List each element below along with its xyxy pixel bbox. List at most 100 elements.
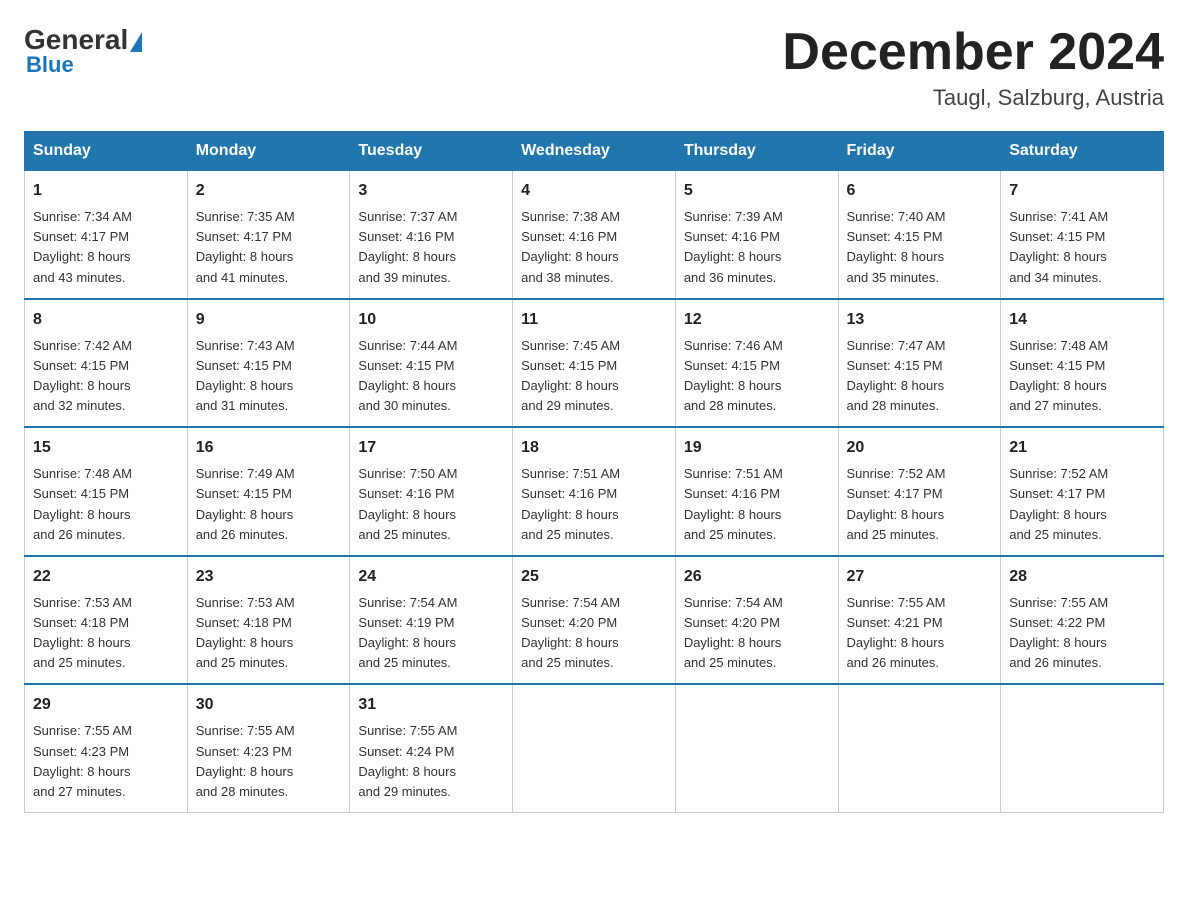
calendar-cell	[1001, 684, 1164, 812]
day-info: Sunrise: 7:48 AMSunset: 4:15 PMDaylight:…	[33, 466, 132, 541]
day-info: Sunrise: 7:54 AMSunset: 4:20 PMDaylight:…	[684, 595, 783, 670]
day-number: 8	[33, 308, 179, 332]
calendar-table: Sunday Monday Tuesday Wednesday Thursday…	[24, 131, 1164, 813]
header-friday: Friday	[838, 132, 1001, 171]
logo-triangle-icon	[130, 32, 142, 52]
day-info: Sunrise: 7:55 AMSunset: 4:24 PMDaylight:…	[358, 723, 457, 798]
day-info: Sunrise: 7:50 AMSunset: 4:16 PMDaylight:…	[358, 466, 457, 541]
day-number: 28	[1009, 565, 1155, 589]
month-title: December 2024	[782, 24, 1164, 81]
calendar-cell: 19 Sunrise: 7:51 AMSunset: 4:16 PMDaylig…	[675, 427, 838, 556]
calendar-cell: 15 Sunrise: 7:48 AMSunset: 4:15 PMDaylig…	[25, 427, 188, 556]
day-number: 12	[684, 308, 830, 332]
day-number: 16	[196, 436, 342, 460]
day-number: 2	[196, 179, 342, 203]
day-info: Sunrise: 7:54 AMSunset: 4:20 PMDaylight:…	[521, 595, 620, 670]
day-number: 9	[196, 308, 342, 332]
calendar-cell: 9 Sunrise: 7:43 AMSunset: 4:15 PMDayligh…	[187, 299, 350, 428]
day-number: 24	[358, 565, 504, 589]
day-info: Sunrise: 7:37 AMSunset: 4:16 PMDaylight:…	[358, 209, 457, 284]
day-number: 27	[847, 565, 993, 589]
header-thursday: Thursday	[675, 132, 838, 171]
day-info: Sunrise: 7:48 AMSunset: 4:15 PMDaylight:…	[1009, 338, 1108, 413]
header-tuesday: Tuesday	[350, 132, 513, 171]
day-info: Sunrise: 7:52 AMSunset: 4:17 PMDaylight:…	[1009, 466, 1108, 541]
day-info: Sunrise: 7:55 AMSunset: 4:23 PMDaylight:…	[33, 723, 132, 798]
day-info: Sunrise: 7:44 AMSunset: 4:15 PMDaylight:…	[358, 338, 457, 413]
calendar-cell: 20 Sunrise: 7:52 AMSunset: 4:17 PMDaylig…	[838, 427, 1001, 556]
day-number: 17	[358, 436, 504, 460]
day-number: 26	[684, 565, 830, 589]
day-number: 25	[521, 565, 667, 589]
calendar-cell: 6 Sunrise: 7:40 AMSunset: 4:15 PMDayligh…	[838, 171, 1001, 299]
calendar-cell: 5 Sunrise: 7:39 AMSunset: 4:16 PMDayligh…	[675, 171, 838, 299]
calendar-cell: 23 Sunrise: 7:53 AMSunset: 4:18 PMDaylig…	[187, 556, 350, 685]
day-info: Sunrise: 7:53 AMSunset: 4:18 PMDaylight:…	[33, 595, 132, 670]
calendar-cell: 3 Sunrise: 7:37 AMSunset: 4:16 PMDayligh…	[350, 171, 513, 299]
calendar-cell: 2 Sunrise: 7:35 AMSunset: 4:17 PMDayligh…	[187, 171, 350, 299]
calendar-cell: 28 Sunrise: 7:55 AMSunset: 4:22 PMDaylig…	[1001, 556, 1164, 685]
calendar-cell: 18 Sunrise: 7:51 AMSunset: 4:16 PMDaylig…	[513, 427, 676, 556]
calendar-cell: 24 Sunrise: 7:54 AMSunset: 4:19 PMDaylig…	[350, 556, 513, 685]
calendar-cell: 22 Sunrise: 7:53 AMSunset: 4:18 PMDaylig…	[25, 556, 188, 685]
day-info: Sunrise: 7:55 AMSunset: 4:21 PMDaylight:…	[847, 595, 946, 670]
header-sunday: Sunday	[25, 132, 188, 171]
day-info: Sunrise: 7:53 AMSunset: 4:18 PMDaylight:…	[196, 595, 295, 670]
day-info: Sunrise: 7:40 AMSunset: 4:15 PMDaylight:…	[847, 209, 946, 284]
day-info: Sunrise: 7:49 AMSunset: 4:15 PMDaylight:…	[196, 466, 295, 541]
header-monday: Monday	[187, 132, 350, 171]
calendar-cell: 17 Sunrise: 7:50 AMSunset: 4:16 PMDaylig…	[350, 427, 513, 556]
calendar-cell: 10 Sunrise: 7:44 AMSunset: 4:15 PMDaylig…	[350, 299, 513, 428]
calendar-cell: 7 Sunrise: 7:41 AMSunset: 4:15 PMDayligh…	[1001, 171, 1164, 299]
calendar-cell: 27 Sunrise: 7:55 AMSunset: 4:21 PMDaylig…	[838, 556, 1001, 685]
calendar-week-5: 29 Sunrise: 7:55 AMSunset: 4:23 PMDaylig…	[25, 684, 1164, 812]
calendar-cell: 25 Sunrise: 7:54 AMSunset: 4:20 PMDaylig…	[513, 556, 676, 685]
logo-blue-text: Blue	[26, 52, 74, 78]
location-title: Taugl, Salzburg, Austria	[782, 85, 1164, 111]
calendar-cell	[513, 684, 676, 812]
day-number: 13	[847, 308, 993, 332]
day-info: Sunrise: 7:52 AMSunset: 4:17 PMDaylight:…	[847, 466, 946, 541]
day-number: 14	[1009, 308, 1155, 332]
calendar-week-4: 22 Sunrise: 7:53 AMSunset: 4:18 PMDaylig…	[25, 556, 1164, 685]
day-info: Sunrise: 7:55 AMSunset: 4:23 PMDaylight:…	[196, 723, 295, 798]
calendar-cell: 13 Sunrise: 7:47 AMSunset: 4:15 PMDaylig…	[838, 299, 1001, 428]
day-number: 11	[521, 308, 667, 332]
day-info: Sunrise: 7:41 AMSunset: 4:15 PMDaylight:…	[1009, 209, 1108, 284]
header-wednesday: Wednesday	[513, 132, 676, 171]
page-header: General Blue December 2024 Taugl, Salzbu…	[24, 24, 1164, 111]
calendar-week-3: 15 Sunrise: 7:48 AMSunset: 4:15 PMDaylig…	[25, 427, 1164, 556]
calendar-cell: 8 Sunrise: 7:42 AMSunset: 4:15 PMDayligh…	[25, 299, 188, 428]
calendar-cell: 30 Sunrise: 7:55 AMSunset: 4:23 PMDaylig…	[187, 684, 350, 812]
day-number: 6	[847, 179, 993, 203]
day-number: 19	[684, 436, 830, 460]
calendar-cell	[838, 684, 1001, 812]
day-info: Sunrise: 7:51 AMSunset: 4:16 PMDaylight:…	[521, 466, 620, 541]
day-info: Sunrise: 7:39 AMSunset: 4:16 PMDaylight:…	[684, 209, 783, 284]
calendar-cell: 26 Sunrise: 7:54 AMSunset: 4:20 PMDaylig…	[675, 556, 838, 685]
calendar-cell: 31 Sunrise: 7:55 AMSunset: 4:24 PMDaylig…	[350, 684, 513, 812]
day-number: 22	[33, 565, 179, 589]
calendar-cell: 21 Sunrise: 7:52 AMSunset: 4:17 PMDaylig…	[1001, 427, 1164, 556]
title-block: December 2024 Taugl, Salzburg, Austria	[782, 24, 1164, 111]
weekday-header-row: Sunday Monday Tuesday Wednesday Thursday…	[25, 132, 1164, 171]
day-info: Sunrise: 7:46 AMSunset: 4:15 PMDaylight:…	[684, 338, 783, 413]
day-info: Sunrise: 7:38 AMSunset: 4:16 PMDaylight:…	[521, 209, 620, 284]
day-info: Sunrise: 7:42 AMSunset: 4:15 PMDaylight:…	[33, 338, 132, 413]
calendar-cell: 4 Sunrise: 7:38 AMSunset: 4:16 PMDayligh…	[513, 171, 676, 299]
calendar-cell: 11 Sunrise: 7:45 AMSunset: 4:15 PMDaylig…	[513, 299, 676, 428]
calendar-week-2: 8 Sunrise: 7:42 AMSunset: 4:15 PMDayligh…	[25, 299, 1164, 428]
calendar-cell	[675, 684, 838, 812]
day-info: Sunrise: 7:47 AMSunset: 4:15 PMDaylight:…	[847, 338, 946, 413]
day-number: 23	[196, 565, 342, 589]
day-info: Sunrise: 7:54 AMSunset: 4:19 PMDaylight:…	[358, 595, 457, 670]
day-number: 21	[1009, 436, 1155, 460]
calendar-week-1: 1 Sunrise: 7:34 AMSunset: 4:17 PMDayligh…	[25, 171, 1164, 299]
day-number: 10	[358, 308, 504, 332]
day-number: 7	[1009, 179, 1155, 203]
calendar-cell: 29 Sunrise: 7:55 AMSunset: 4:23 PMDaylig…	[25, 684, 188, 812]
calendar-cell: 14 Sunrise: 7:48 AMSunset: 4:15 PMDaylig…	[1001, 299, 1164, 428]
day-number: 4	[521, 179, 667, 203]
day-info: Sunrise: 7:51 AMSunset: 4:16 PMDaylight:…	[684, 466, 783, 541]
day-info: Sunrise: 7:34 AMSunset: 4:17 PMDaylight:…	[33, 209, 132, 284]
